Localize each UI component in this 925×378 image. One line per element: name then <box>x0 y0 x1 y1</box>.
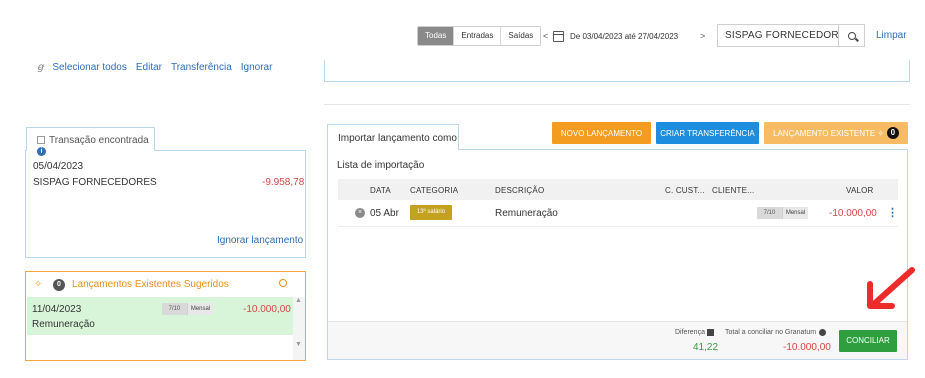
date-range-picker[interactable]: De 03/04/2023 até 27/04/2023 <box>553 26 697 46</box>
suggested-item-amount: -10.000,00 <box>243 304 291 315</box>
scroll-down-icon: ▼ <box>295 341 302 348</box>
filter-tab-expenses[interactable]: Saídas <box>500 27 540 45</box>
suggested-title: Lançamentos Existentes Sugeridos <box>72 279 229 290</box>
found-date: 05/04/2023 <box>33 161 84 172</box>
col-client[interactable]: CLIENTE... <box>712 186 754 195</box>
reconcile-button[interactable]: CONCILIAR <box>839 330 897 352</box>
bulk-actions: ꞡ Selecionar todos Editar Transferência … <box>37 62 272 73</box>
create-transfer-button[interactable]: CRIAR TRANSFERÊNCIA <box>656 122 759 144</box>
total-value: -10.000,00 <box>783 342 831 353</box>
col-amount[interactable]: VALOR <box>846 186 874 195</box>
row-installment-badge: 7/10 <box>757 207 782 219</box>
total-label: Total a conciliar no Granatum <box>725 329 817 336</box>
suggested-item-description: Remuneração <box>32 319 95 330</box>
ignore-entry-link[interactable]: Ignorar lançamento <box>217 235 303 246</box>
difference-value: 41,22 <box>693 342 719 353</box>
row-amount: -10.000,00 <box>829 208 877 219</box>
select-all-link[interactable]: Selecionar todos <box>52 62 127 73</box>
divider <box>324 104 910 105</box>
row-date: 05 Abr <box>370 208 399 219</box>
ignore-link[interactable]: Ignorar <box>241 62 273 73</box>
settings-glyph-icon: ꞡ <box>37 62 44 73</box>
next-period-button[interactable]: > <box>700 31 705 41</box>
search-button[interactable] <box>838 24 865 47</box>
type-filter-segment: Todas Entradas Saídas <box>417 26 542 46</box>
existing-entry-button[interactable]: LANÇAMENTO EXISTENTE ✧ 0 <box>764 122 908 144</box>
row-description: Remuneração <box>495 208 558 219</box>
pointer-arrow-icon <box>867 267 915 309</box>
edit-link[interactable]: Editar <box>136 62 162 73</box>
suggested-search-icon[interactable] <box>279 279 287 287</box>
magic-wand-icon: ✧ <box>34 279 43 290</box>
difference-label: Diferença <box>675 329 705 336</box>
import-tab-label: Importar lançamento como <box>338 133 457 144</box>
upper-list-panel <box>324 60 910 82</box>
prev-period-button[interactable]: < <box>543 31 548 41</box>
search-icon <box>847 31 856 40</box>
row-menu-icon[interactable]: ⋮ <box>887 206 898 219</box>
existing-count-badge: 0 <box>886 127 899 139</box>
sparkle-icon: ✧ <box>877 128 884 138</box>
import-list-title: Lista de importação <box>337 160 425 171</box>
create-transfer-label: CRIAR TRANSFERÊNCIA <box>660 128 755 138</box>
search-input[interactable]: SISPAG FORNECEDORES <box>717 24 838 47</box>
filter-tab-income[interactable]: Entradas <box>453 27 500 45</box>
suggested-scrollbar[interactable]: ▲ ▼ <box>293 297 305 360</box>
total-info-icon <box>819 329 826 336</box>
found-amount: -9.958,78 <box>262 177 305 188</box>
select-checkbox[interactable] <box>37 136 45 145</box>
difference-info-icon <box>707 329 714 336</box>
clear-filter-link[interactable]: Limpar <box>876 30 907 41</box>
import-footer <box>328 321 907 359</box>
remove-row-icon[interactable]: × <box>355 208 365 218</box>
filter-tab-all[interactable]: Todas <box>418 27 454 45</box>
category-tag[interactable]: 13º salário <box>410 205 452 220</box>
new-entry-label: NOVO LANÇAMENTO <box>560 128 643 138</box>
import-tab[interactable]: Importar lançamento como <box>327 124 459 150</box>
col-category[interactable]: CATEGORIA <box>410 186 458 195</box>
import-panel-border-cover <box>328 148 458 151</box>
col-date[interactable]: DATA <box>370 186 391 195</box>
found-tab-label: Transação encontrada <box>49 135 149 146</box>
date-range-text: De 03/04/2023 até 27/04/2023 <box>570 31 679 41</box>
reconcile-label: CONCILIAR <box>846 336 890 345</box>
found-transaction-tab[interactable]: Transação encontrada i <box>26 127 155 156</box>
info-icon: i <box>37 146 46 156</box>
found-name: SISPAG FORNECEDORES <box>33 177 157 188</box>
suggested-frequency-badge: Mensal <box>187 303 213 315</box>
suggested-item-date: 11/04/2023 <box>32 304 82 315</box>
calendar-icon <box>553 30 564 42</box>
suggested-installment-badge: 7/10 <box>162 303 187 315</box>
existing-entry-label: LANÇAMENTO EXISTENTE <box>773 128 876 138</box>
col-description[interactable]: DESCRIÇÃO <box>495 186 544 195</box>
new-entry-button[interactable]: NOVO LANÇAMENTO <box>552 122 651 144</box>
scroll-up-icon: ▲ <box>295 297 302 304</box>
transfer-link[interactable]: Transferência <box>171 62 232 73</box>
suggested-count-badge: 0 <box>53 279 65 291</box>
row-frequency-badge: Mensal <box>782 207 808 219</box>
panel-top-border-right <box>155 126 306 151</box>
col-cost-center[interactable]: C. CUST... <box>665 186 705 195</box>
